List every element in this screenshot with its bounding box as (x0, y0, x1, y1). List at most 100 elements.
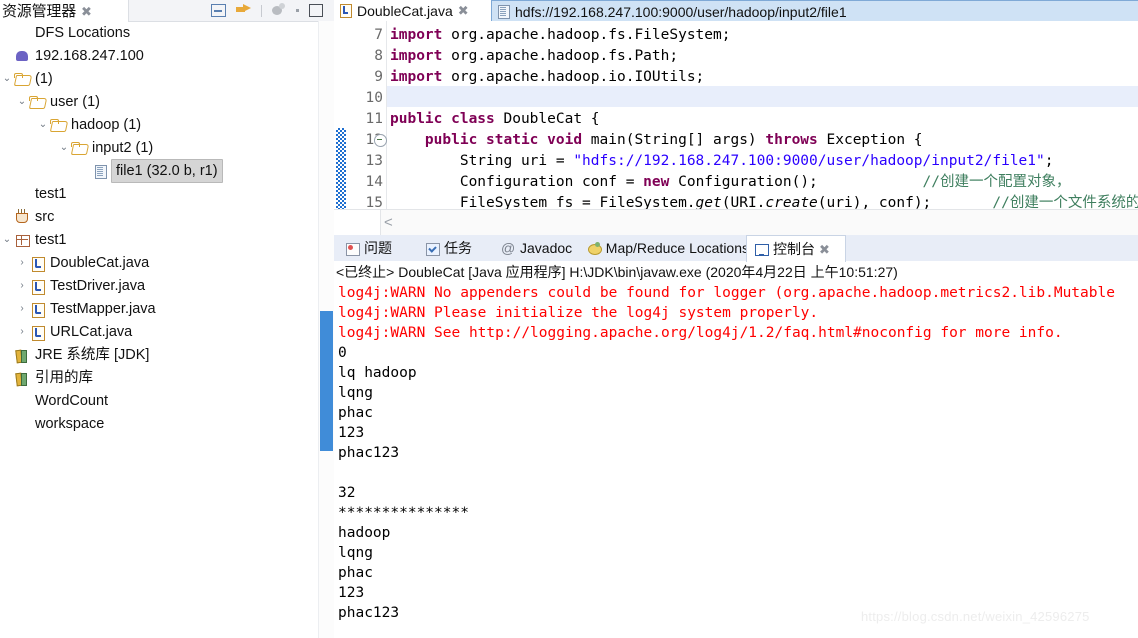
changed-lines-marker (336, 128, 346, 209)
maximize-icon[interactable] (308, 3, 324, 18)
bottom-tab-label: Javadoc (520, 240, 573, 256)
line-number: 13 (365, 153, 383, 169)
java-file-icon (29, 301, 46, 318)
scrollbar-corner (334, 210, 381, 235)
tree-item[interactable]: src (0, 205, 318, 228)
chevron-down-icon[interactable]: ⌄ (36, 119, 50, 130)
console-line: phac123 (338, 445, 400, 461)
tree-item[interactable]: DFS Locations (0, 21, 318, 44)
tree-item-label: 引用的库 (35, 369, 93, 386)
eclipse-window: 资源管理器 ✖ DFS Locations 192.168.247.100 ⌄ (1)… (0, 0, 1138, 638)
tree-item[interactable]: test1 (0, 182, 318, 205)
code-fold-icon[interactable] (374, 134, 387, 147)
close-icon[interactable]: ✖ (819, 243, 830, 256)
mapreduce-icon (587, 241, 602, 256)
close-icon[interactable]: ✖ (81, 5, 92, 18)
no-icon (14, 393, 31, 409)
console-line: lqng (338, 385, 373, 401)
editor-horizontal-scrollbar[interactable]: < (334, 209, 1138, 236)
tree-item[interactable]: ⌄ test1 (0, 228, 318, 251)
file-icon (92, 163, 109, 179)
library-icon (14, 347, 31, 363)
tree-item[interactable]: ⌄ hadoop (1) (0, 113, 318, 136)
console-header: <已终止> DoubleCat [Java 应用程序] H:\JDK\bin\j… (334, 261, 1138, 284)
editor-tab-2[interactable]: hdfs://192.168.247.100:9000/user/hadoop/… (491, 0, 1138, 22)
line-number: 7 (374, 27, 383, 43)
tree-item[interactable]: WordCount (0, 389, 318, 412)
bottom-tab-4[interactable]: Map/Reduce Locations (580, 235, 756, 261)
tree-item-label: hadoop (1) (71, 116, 142, 133)
forward-arrow-icon[interactable] (236, 3, 252, 18)
bottom-tab-2[interactable]: 任务 (418, 235, 504, 261)
tree-item[interactable]: ⌄ input2 (1) (0, 136, 318, 159)
console-output[interactable]: log4j:WARN No appenders could be found f… (334, 283, 1138, 638)
minimize-icon[interactable] (211, 3, 227, 18)
tree-item-label: 192.168.247.100 (35, 47, 144, 64)
editor-tab-1[interactable]: DoubleCat.java ✖ (334, 0, 502, 21)
chevron-down-icon[interactable]: ⌄ (57, 142, 71, 153)
tab-resource-explorer[interactable]: 资源管理器 ✖ (0, 0, 129, 22)
bottom-tab-1[interactable]: 问题 (338, 235, 428, 261)
resource-tree[interactable]: DFS Locations 192.168.247.100 ⌄ (1) ⌄ user (1… (0, 21, 318, 638)
file-icon (496, 4, 510, 19)
chevron-down-icon[interactable]: ⌄ (0, 234, 14, 245)
tree-item[interactable]: ⌄ user (1) (0, 90, 318, 113)
source-folder-icon (14, 208, 31, 225)
tree-item-label: src (35, 208, 55, 225)
tree-item[interactable]: › TestDriver.java (0, 274, 318, 297)
console-line: hadoop (338, 525, 391, 541)
code-line: import org.apache.hadoop.io.IOUtils; (390, 69, 705, 85)
close-icon[interactable]: ✖ (458, 4, 469, 17)
tree-item-label: file1 (32.0 b, r1) (111, 158, 223, 183)
console-line: log4j:WARN Please initialize the log4j s… (338, 305, 819, 321)
tree-item[interactable]: 引用的库 (0, 366, 318, 389)
folder-icon (71, 140, 88, 156)
tree-item-label: DFS Locations (35, 24, 131, 41)
tree-item[interactable]: file1 (32.0 b, r1) (0, 158, 318, 183)
code-text[interactable]: import org.apache.hadoop.fs.FileSystem; i… (390, 21, 1138, 209)
scrollbar-thumb[interactable] (320, 311, 333, 451)
tree-item[interactable]: ⌄ (1) (0, 67, 318, 90)
bottom-tabbar: 问题 任务 @ Javadoc Map/Reduce Locations 控制台 ✖ (334, 235, 1138, 262)
no-icon (14, 416, 31, 432)
tree-item-label: TestDriver.java (50, 277, 146, 294)
code-editor[interactable]: 789101112131415 import org.apache.hadoop… (334, 21, 1138, 209)
problems-icon (345, 241, 360, 256)
toolbar-separator (261, 4, 262, 17)
folder-icon (50, 117, 67, 133)
line-number: 11 (365, 111, 383, 127)
bottom-tab-3[interactable]: @ Javadoc (494, 235, 590, 261)
tree-item-label: workspace (35, 415, 105, 432)
tree-item[interactable]: › TestMapper.java (0, 297, 318, 320)
chevron-down-icon[interactable]: ⌄ (15, 96, 29, 107)
dot-icon (296, 9, 299, 12)
java-file-icon (29, 278, 46, 295)
scroll-left-arrow-icon[interactable]: < (384, 214, 393, 231)
tree-item[interactable]: › URLCat.java (0, 320, 318, 343)
tree-item[interactable]: JRE 系统库 [JDK] (0, 343, 318, 366)
sphere-icon[interactable] (271, 3, 287, 18)
code-line: String uri = "hdfs://192.168.247.100:900… (390, 153, 1054, 169)
chevron-right-icon[interactable]: › (15, 257, 29, 268)
console-line: log4j:WARN No appenders could be found f… (338, 285, 1115, 301)
tree-item-label: JRE 系统库 [JDK] (35, 346, 150, 363)
editor-tabbar: DoubleCat.java ✖ hdfs://192.168.247.100:90… (334, 0, 1138, 22)
tree-item-label: TestMapper.java (50, 300, 156, 317)
java-file-icon (29, 255, 46, 272)
code-line: import org.apache.hadoop.fs.FileSystem; (390, 27, 731, 43)
chevron-down-icon[interactable]: ⌄ (0, 73, 14, 84)
tree-item-label: test1 (35, 231, 67, 248)
chevron-right-icon[interactable]: › (15, 303, 29, 314)
chevron-right-icon[interactable]: › (15, 280, 29, 291)
console-line: 0 (338, 345, 347, 361)
explorer-vertical-scrollbar[interactable] (318, 21, 335, 638)
chevron-right-icon[interactable]: › (15, 326, 29, 337)
tree-item[interactable]: › DoubleCat.java (0, 251, 318, 274)
bottom-tab-5[interactable]: 控制台 ✖ (746, 235, 846, 262)
tree-item[interactable]: 192.168.247.100 (0, 44, 318, 67)
console-line: 32 (338, 485, 356, 501)
tree-item[interactable]: workspace (0, 412, 318, 435)
editor-tab-label: hdfs://192.168.247.100:9000/user/hadoop/… (515, 3, 847, 20)
gutter-separator (386, 21, 387, 209)
line-number: 10 (365, 90, 383, 106)
